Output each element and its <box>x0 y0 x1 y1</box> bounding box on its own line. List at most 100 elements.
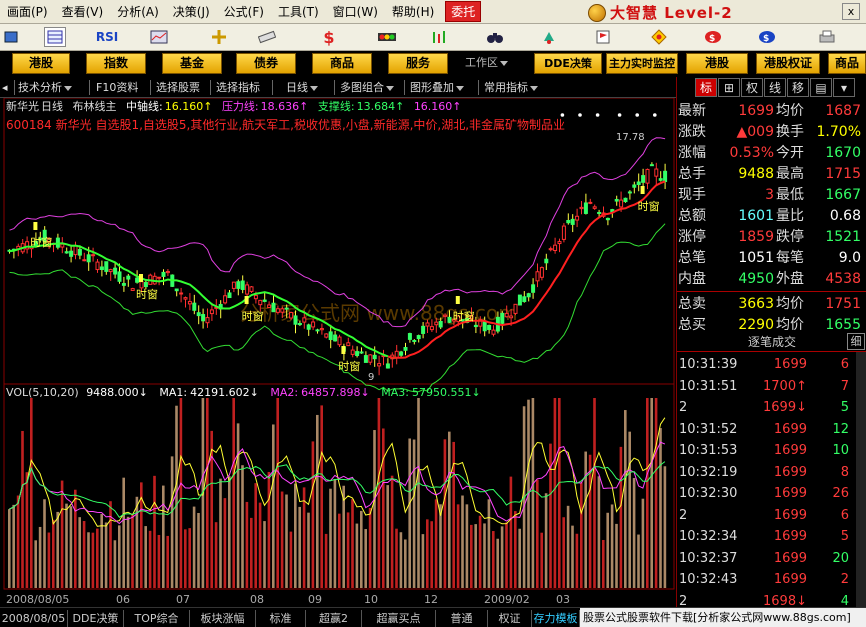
signal-label: 时窗 <box>338 359 360 373</box>
tab-rights[interactable]: 权 <box>741 78 763 97</box>
nav-hk-stock[interactable]: 港股 <box>12 53 70 74</box>
rsi-icon[interactable]: RSI <box>96 27 118 47</box>
tick-scrollbar[interactable] <box>856 352 866 607</box>
quote-value: 9.0 <box>838 250 861 266</box>
volume-bar <box>487 499 491 588</box>
menu-help[interactable]: 帮助(H) <box>385 3 441 20</box>
binoculars-icon[interactable] <box>484 27 506 47</box>
volume-bar <box>228 476 231 588</box>
tab-normal[interactable]: 普通 <box>436 610 488 627</box>
menu-screen[interactable]: 画面(P) <box>0 3 55 20</box>
tick-time: 10:32:30 <box>679 486 738 501</box>
period: 日线 <box>41 99 63 113</box>
tab-warrant[interactable]: 权证 <box>488 610 532 627</box>
volume-bar <box>637 534 640 588</box>
nav-index[interactable]: 指数 <box>86 53 146 74</box>
tab-move[interactable]: 移 <box>787 78 809 97</box>
menu-formula[interactable]: 公式(F) <box>217 3 271 20</box>
quote-value: 4950 <box>738 271 774 287</box>
menu-view[interactable]: 查看(V) <box>55 3 111 20</box>
tab-standard[interactable]: 标准 <box>256 610 306 627</box>
workzone[interactable]: 工作区 <box>465 54 508 70</box>
multi-chart-menu[interactable]: 多图组合 <box>340 79 394 96</box>
alarm-icon[interactable] <box>538 27 560 47</box>
f10-menu[interactable]: F10资料 <box>96 79 138 96</box>
traffic-light-icon[interactable] <box>376 27 398 47</box>
nav-hk-stock-2[interactable]: 港股 <box>686 53 748 74</box>
nav-main-monitor[interactable]: 主力实时监控 <box>606 53 678 74</box>
nav-commodity-2[interactable]: 商品 <box>828 53 866 74</box>
common-indicator-menu[interactable]: 常用指标 <box>484 79 538 96</box>
nav-hk-warrant[interactable]: 港股权证 <box>756 53 820 74</box>
candle-body <box>130 288 135 291</box>
menu-decision[interactable]: 决策(J) <box>166 3 217 20</box>
tab-date[interactable]: 2008/08/05 <box>0 610 68 627</box>
nav-fund[interactable]: 基金 <box>162 53 222 74</box>
diamond-icon[interactable] <box>648 27 670 47</box>
select-stock-menu[interactable]: 选择股票 <box>156 79 200 96</box>
divider <box>150 80 151 95</box>
bars-icon[interactable] <box>428 27 450 47</box>
menu-analysis[interactable]: 分析(A) <box>110 3 166 20</box>
quote-value: 3663 <box>738 296 774 312</box>
candle-body <box>385 363 390 369</box>
tab-grid[interactable]: ⊞ <box>718 78 740 97</box>
flag-icon[interactable] <box>592 27 614 47</box>
nav-bond[interactable]: 债券 <box>236 53 296 74</box>
candle-body <box>623 197 628 203</box>
nav-dde[interactable]: DDE决策 <box>534 53 602 74</box>
tab-sector[interactable]: 板块涨幅 <box>190 610 256 627</box>
volume-bar <box>500 526 504 588</box>
period-menu[interactable]: 日线 <box>286 79 318 96</box>
quote-table-icon[interactable] <box>44 27 66 47</box>
tag-icon-1[interactable]: $ <box>702 27 724 47</box>
tag-icon-2[interactable]: $ <box>756 27 778 47</box>
ad-banner[interactable]: 股票公式股票软件下载[分析家公式网www.88gs.com] <box>580 608 866 627</box>
period-label: 日线 <box>286 81 308 94</box>
dollar-icon[interactable]: $ <box>318 27 340 47</box>
tech-analysis-menu[interactable]: 技术分析 <box>18 79 72 96</box>
window-icon[interactable] <box>0 27 22 47</box>
crosshair-icon[interactable] <box>208 27 230 47</box>
chart-icon[interactable] <box>148 27 170 47</box>
tab-line[interactable]: 线 <box>764 78 786 97</box>
volume-bar <box>386 485 389 588</box>
volume-bar <box>364 529 367 588</box>
tab-super2[interactable]: 超赢2 <box>306 610 362 627</box>
menu-window[interactable]: 窗口(W) <box>326 3 385 20</box>
tab-buy-point[interactable]: 超赢买点 <box>362 610 436 627</box>
tick-row: 10:32:19 1699 8 <box>677 462 866 484</box>
tick-detail-button[interactable]: 细 <box>847 333 865 350</box>
ruler-icon[interactable] <box>256 27 278 47</box>
quote-value: 1859 <box>738 229 774 245</box>
tab-quote[interactable]: 标 <box>695 78 717 97</box>
overlay-menu[interactable]: 图形叠加 <box>410 79 464 96</box>
tab-list[interactable]: ▤ <box>810 78 832 97</box>
kline-chart[interactable]: 分析家公式网 www.88gs.com 新华光 日线 布林线主 中轴线: 16.16… <box>0 98 676 607</box>
candle-body <box>588 201 593 204</box>
printer-icon[interactable] <box>816 27 838 47</box>
brand: 大智慧 Level-2 <box>588 2 733 23</box>
volume-bar <box>192 506 196 588</box>
quote-label: 最低 <box>776 187 804 203</box>
candle-body <box>434 321 439 326</box>
volume-bar <box>641 498 645 588</box>
select-indicator-menu[interactable]: 选择指标 <box>216 79 260 96</box>
candle-body <box>636 181 641 185</box>
quote-label: 内盘 <box>678 271 706 287</box>
close-icon[interactable]: x <box>842 3 860 20</box>
tab-more[interactable]: ▾ <box>833 78 855 97</box>
menu-tools[interactable]: 工具(T) <box>271 3 326 20</box>
chart-area[interactable]: 分析家公式网 www.88gs.com 新华光 日线 布林线主 中轴线: 16.16… <box>0 98 676 607</box>
nav-service[interactable]: 服务 <box>388 53 448 74</box>
left-arrow-icon[interactable]: ◂ <box>2 79 8 96</box>
tab-top[interactable]: TOP综合 <box>124 610 190 627</box>
tab-template[interactable]: 存力模板 <box>532 610 580 627</box>
volume-bar <box>175 405 178 588</box>
x-label: 06 <box>116 593 130 606</box>
entrust-button[interactable]: 委托 <box>445 1 482 22</box>
tab-dde[interactable]: DDE决策 <box>68 610 124 627</box>
candle-body <box>183 297 188 300</box>
nav-commodity[interactable]: 商品 <box>312 53 372 74</box>
candle-body <box>311 321 316 328</box>
